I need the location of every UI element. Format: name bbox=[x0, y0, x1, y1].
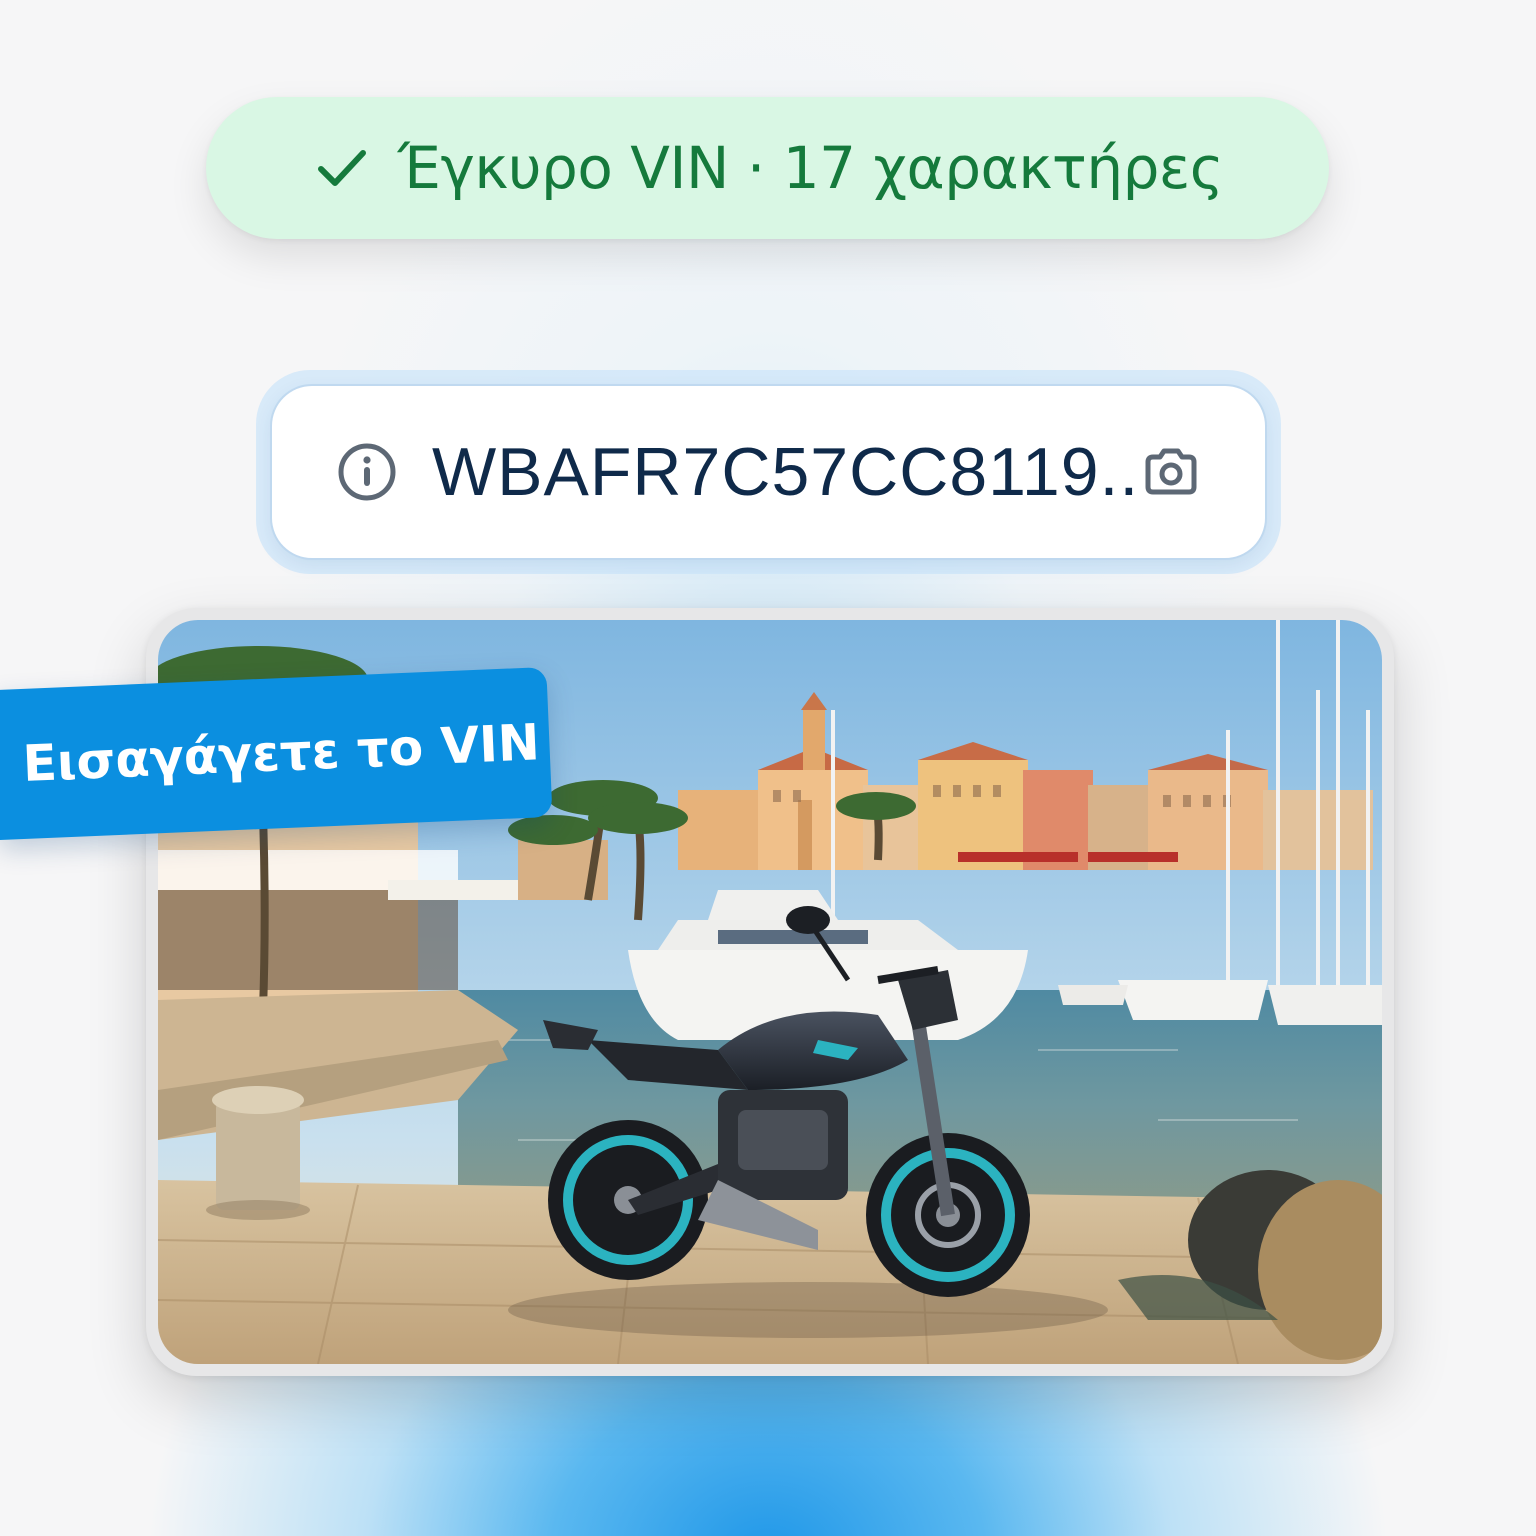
enter-vin-label: Εισαγάγετε το VIN bbox=[21, 713, 541, 793]
enter-vin-tag: Εισαγάγετε το VIN bbox=[0, 666, 553, 840]
vin-value[interactable]: WBAFR7C57CC8119... bbox=[432, 433, 1139, 511]
vin-input[interactable]: WBAFR7C57CC8119... bbox=[272, 386, 1265, 558]
camera-icon[interactable] bbox=[1139, 440, 1203, 504]
vin-valid-badge: Έγκυρο VIN · 17 χαρακτήρες bbox=[206, 97, 1329, 239]
check-icon bbox=[317, 150, 366, 186]
info-icon[interactable] bbox=[336, 441, 398, 503]
vin-valid-text: Έγκυρο VIN · 17 χαρακτήρες bbox=[397, 134, 1224, 202]
